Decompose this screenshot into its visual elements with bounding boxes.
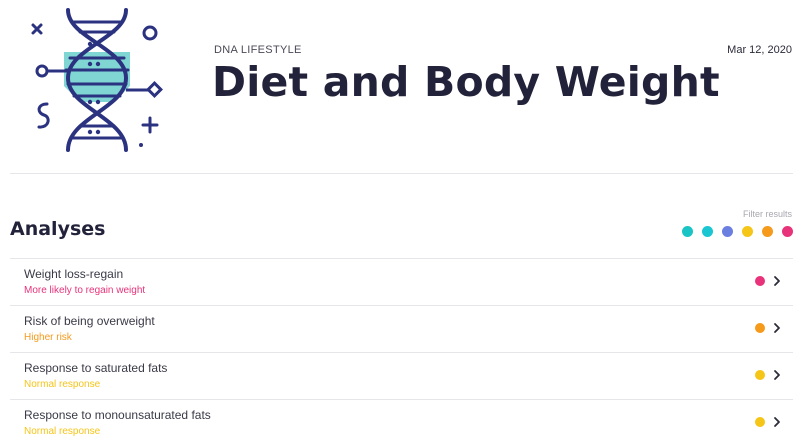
filter-dots — [682, 226, 793, 237]
chevron-right-icon — [774, 370, 780, 380]
analysis-title: Weight loss-regain — [24, 267, 124, 281]
filter-label: Filter results — [742, 209, 792, 219]
analysis-row[interactable]: Response to saturated fats Normal respons… — [10, 352, 793, 399]
filter-dot-5[interactable] — [762, 226, 773, 237]
analysis-row[interactable]: Risk of being overweight Higher risk — [10, 305, 793, 352]
status-dot — [755, 276, 765, 286]
chevron-right-icon — [774, 323, 780, 333]
analysis-result: Normal response — [24, 379, 101, 390]
analyses-list: Weight loss-regain More likely to regain … — [10, 258, 793, 446]
dna-helix-icon — [31, 8, 163, 152]
analysis-result: More likely to regain weight — [24, 285, 146, 296]
status-dot — [755, 370, 765, 380]
analysis-result: Normal response — [24, 426, 101, 437]
report-date: Mar 12, 2020 — [727, 44, 792, 56]
analyses-heading: Analyses — [10, 218, 106, 240]
filter-dot-6[interactable] — [782, 226, 793, 237]
filter-dot-1[interactable] — [682, 226, 693, 237]
analysis-title: Response to saturated fats — [24, 361, 168, 375]
analysis-result: Higher risk — [24, 332, 72, 343]
analysis-title: Risk of being overweight — [24, 314, 155, 328]
analysis-title: Response to monounsaturated fats — [24, 408, 211, 422]
status-dot — [755, 323, 765, 333]
chevron-right-icon — [774, 417, 780, 427]
filter-dot-3[interactable] — [722, 226, 733, 237]
analysis-row[interactable]: Response to monounsaturated fats Normal r… — [10, 399, 793, 446]
filter-dot-4[interactable] — [742, 226, 753, 237]
analysis-row[interactable]: Weight loss-regain More likely to regain … — [10, 258, 793, 305]
section-kicker: DNA LIFESTYLE — [214, 44, 302, 56]
chevron-right-icon — [774, 276, 780, 286]
status-dot — [755, 417, 765, 427]
header-divider — [10, 173, 793, 174]
filter-dot-2[interactable] — [702, 226, 713, 237]
page-title: Diet and Body Weight — [212, 58, 720, 106]
